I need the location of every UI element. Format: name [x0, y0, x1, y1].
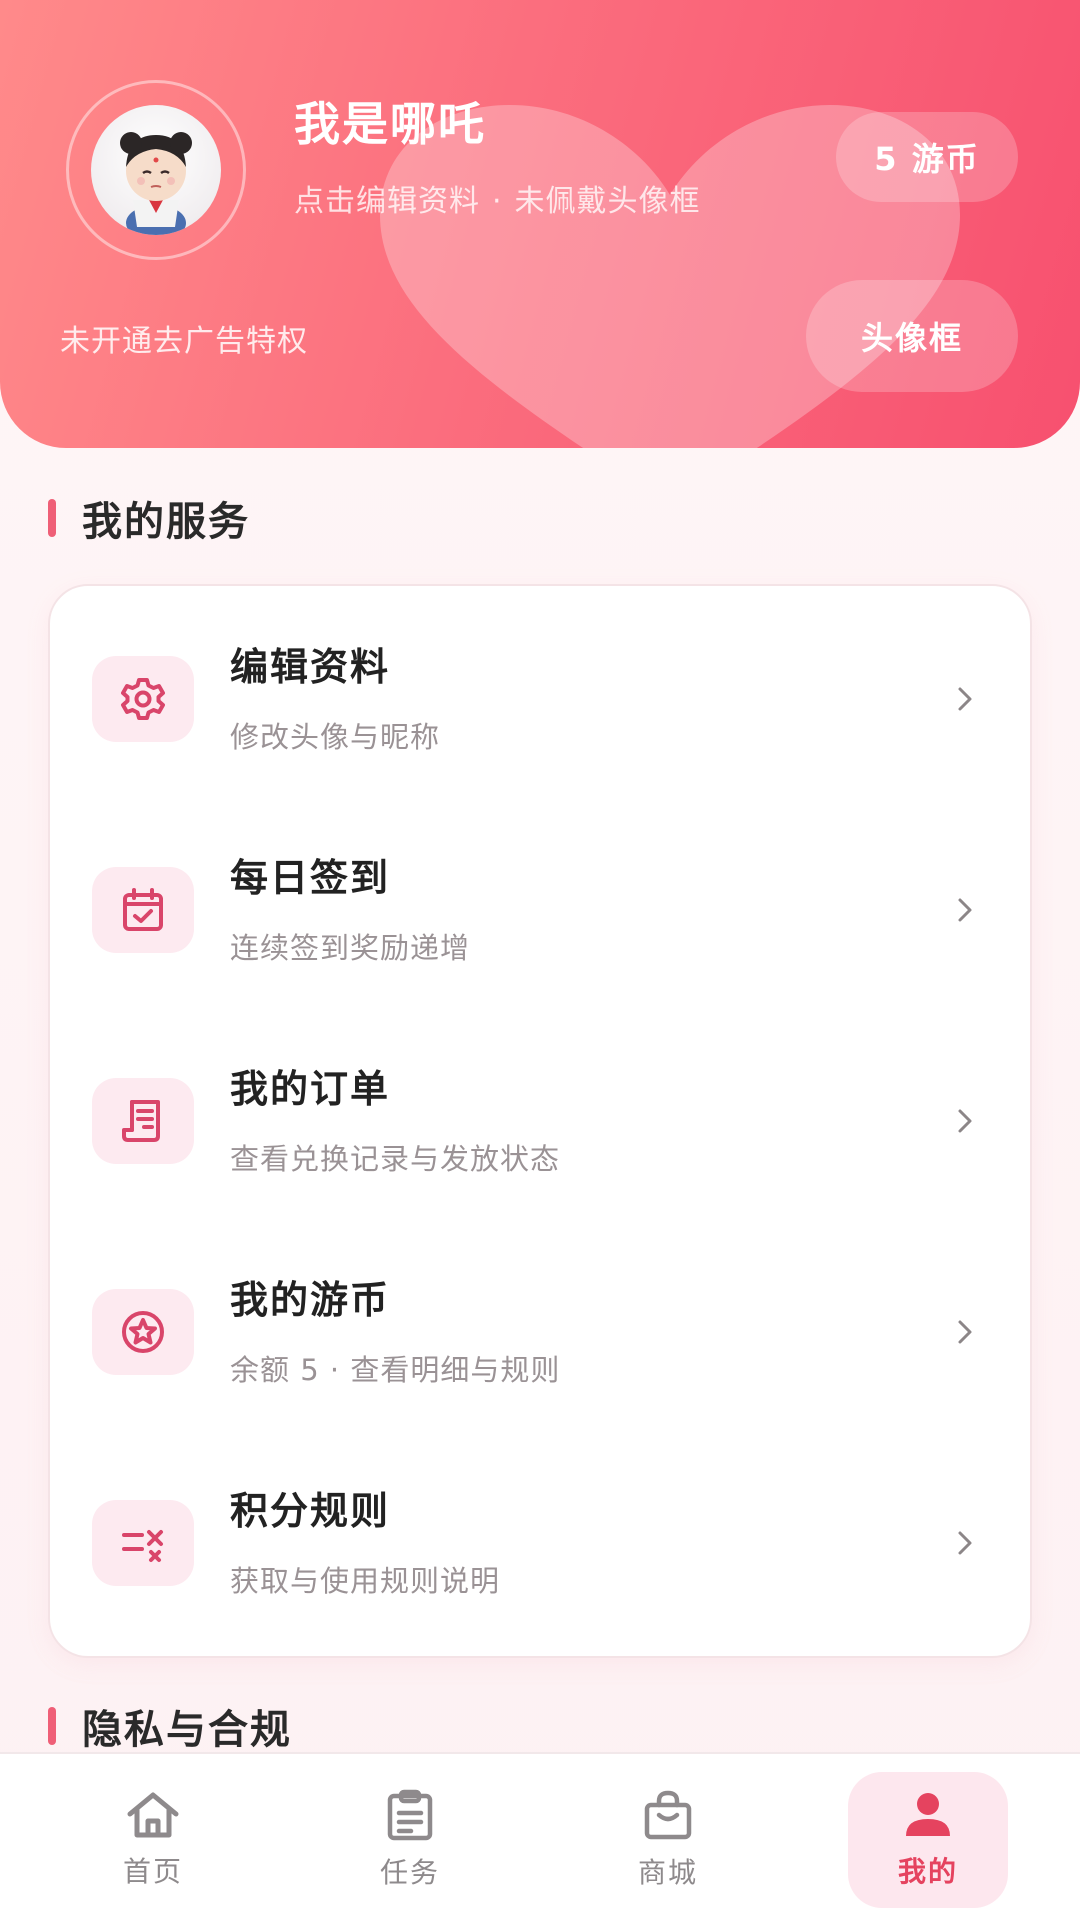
row-subtitle: 修改头像与昵称	[230, 720, 441, 754]
services-card: 编辑资料 修改头像与昵称 每日签到 连续签到奖励递增 我的订单 查看兑换记录与发…	[48, 584, 1032, 1658]
chevron-right-icon	[958, 1109, 972, 1133]
user-icon	[906, 1793, 950, 1836]
services-section-title: 我的服务	[48, 488, 250, 548]
nav-label: 首页	[122, 1855, 183, 1888]
nav-label: 我的	[897, 1855, 958, 1888]
coins-badge[interactable]: 5 游币	[836, 112, 1018, 202]
star-coin-icon	[92, 1289, 194, 1375]
chevron-right-icon	[958, 687, 972, 711]
service-row-daily-checkin[interactable]: 每日签到 连续签到奖励递增	[50, 797, 1034, 1008]
profile-header: 我是哪吒 点击编辑资料 · 未佩戴头像框 5 游币 未开通去广告特权 头像框	[0, 0, 1080, 448]
chevron-right-icon	[958, 1531, 972, 1555]
section-title-text: 隐私与合规	[82, 1707, 292, 1753]
chevron-right-icon	[958, 898, 972, 922]
nav-item-tasks[interactable]: 任务	[330, 1772, 490, 1908]
service-row-edit-profile[interactable]: 编辑资料 修改头像与昵称	[50, 586, 1034, 797]
ad-privilege-status[interactable]: 未开通去广告特权	[60, 316, 308, 360]
row-title: 编辑资料	[230, 645, 391, 689]
row-subtitle: 余额 5 · 查看明细与规则	[230, 1353, 561, 1387]
row-title: 我的订单	[230, 1067, 391, 1111]
avatar-frame[interactable]	[66, 80, 246, 260]
service-row-my-coins[interactable]: 我的游币 余额 5 · 查看明细与规则	[50, 1219, 1034, 1430]
task-clipboard-icon	[387, 1789, 433, 1841]
nav-label: 商城	[637, 1856, 698, 1889]
receipt-icon	[92, 1078, 194, 1164]
row-subtitle: 获取与使用规则说明	[230, 1564, 501, 1598]
shop-bag-icon	[644, 1790, 692, 1840]
frame-status: 未佩戴头像框	[514, 184, 701, 219]
avatar[interactable]	[91, 105, 221, 235]
rules-icon	[92, 1500, 194, 1586]
chevron-right-icon	[958, 1320, 972, 1344]
calendar-check-icon	[92, 867, 194, 953]
edit-profile-hint[interactable]: 点击编辑资料	[294, 184, 480, 219]
profile-page: 我是哪吒 点击编辑资料 · 未佩戴头像框 5 游币 未开通去广告特权 头像框 我的服…	[0, 0, 1080, 1920]
separator-dot: ·	[492, 184, 503, 219]
nav-item-home[interactable]: 首页	[73, 1772, 233, 1908]
nav-item-shop[interactable]: 商城	[588, 1772, 748, 1908]
row-subtitle: 查看兑换记录与发放状态	[230, 1142, 561, 1176]
service-row-points-rules[interactable]: 积分规则 获取与使用规则说明	[50, 1430, 1034, 1641]
privacy-section-title: 隐私与合规	[48, 1696, 292, 1756]
gear-icon	[92, 656, 194, 742]
row-title: 我的游币	[230, 1278, 391, 1322]
avatar-character-image	[120, 132, 192, 235]
avatar-frame-button[interactable]: 头像框	[806, 280, 1018, 392]
row-title: 每日签到	[230, 856, 391, 900]
row-title: 积分规则	[230, 1489, 391, 1533]
row-subtitle: 连续签到奖励递增	[230, 931, 471, 965]
nav-label: 任务	[379, 1856, 440, 1889]
section-accent-bar	[48, 1707, 56, 1745]
username[interactable]: 我是哪吒	[294, 88, 486, 154]
service-row-my-orders[interactable]: 我的订单 查看兑换记录与发放状态	[50, 1008, 1034, 1219]
nav-item-mine[interactable]: 我的	[848, 1772, 1008, 1908]
profile-subline[interactable]: 点击编辑资料 · 未佩戴头像框	[294, 176, 701, 220]
home-icon	[127, 1792, 179, 1838]
bottom-nav: 首页 任务 商城 我的	[0, 1752, 1080, 1920]
section-accent-bar	[48, 499, 56, 537]
section-title-text: 我的服务	[82, 499, 250, 545]
